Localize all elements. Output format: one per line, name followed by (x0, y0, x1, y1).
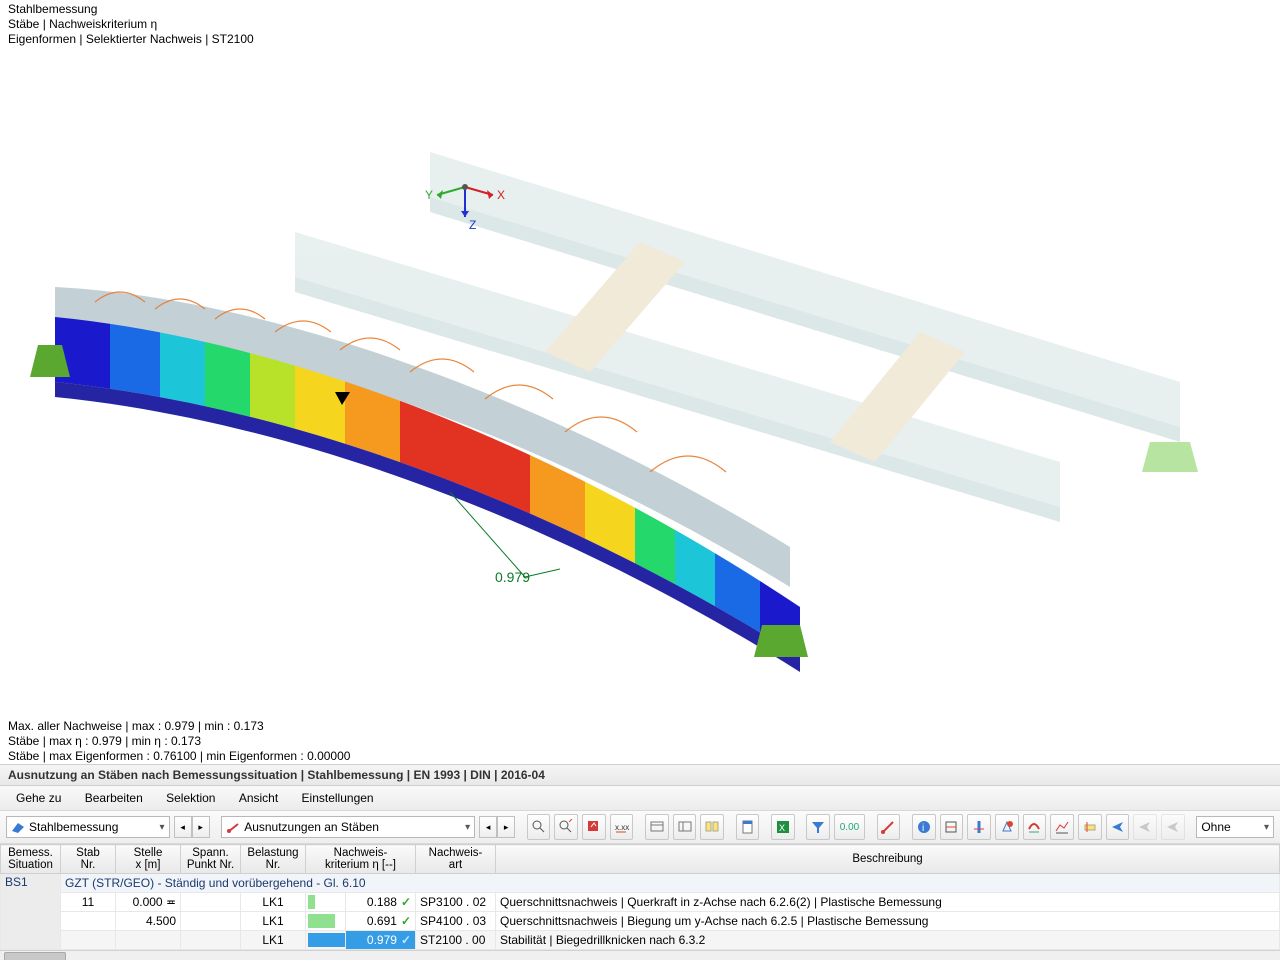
cell-load: LK1 (241, 931, 306, 950)
cell-check-type: SP3100 . 02 (416, 893, 496, 912)
model-viewport[interactable]: 0.979 X Y Z (0, 47, 1280, 717)
panel-toolbar: Stahlbemessung ▾ ◂ ▸ Ausnutzungen an Stä… (0, 811, 1280, 844)
restore-view-icon[interactable] (554, 814, 578, 840)
table-icon-2[interactable] (673, 814, 697, 840)
menu-edit[interactable]: Bearbeiten (75, 788, 153, 808)
col-check-type[interactable]: Nachweis-art (416, 845, 496, 874)
results-table[interactable]: Bemess.Situation StabNr. Stellex [m] Spa… (0, 844, 1280, 950)
nav-prev-1[interactable]: ◂ (174, 816, 192, 838)
col-situation[interactable]: Bemess.Situation (1, 845, 61, 874)
cell-eta-bar (306, 912, 346, 931)
nav-next-1[interactable]: ▸ (192, 816, 210, 838)
export-excel-icon[interactable]: X (771, 814, 795, 840)
send-icon[interactable] (1106, 814, 1130, 840)
combo-display-mode[interactable]: Ohne ▾ (1196, 816, 1274, 838)
svg-text:X: X (497, 188, 505, 202)
cell-eta-bar (306, 931, 346, 950)
cell-situation: BS1 (1, 874, 61, 950)
tool-icon-3[interactable] (995, 814, 1019, 840)
pick-icon[interactable] (877, 814, 901, 840)
header-block: Stahlbemessung Stäbe | Nachweiskriterium… (0, 0, 1280, 47)
result-icon (226, 820, 240, 834)
header-line-3: Eigenformen | Selektierter Nachweis | ST… (8, 32, 1272, 47)
cell-stresspoint (181, 931, 241, 950)
col-member[interactable]: StabNr. (61, 845, 116, 874)
combo-design-module[interactable]: Stahlbemessung ▾ (6, 816, 170, 838)
toggle-result-icon[interactable] (582, 814, 606, 840)
cell-position: 0.000 ≖ (116, 893, 181, 912)
tool-icon-4[interactable] (1023, 814, 1047, 840)
menu-settings[interactable]: Einstellungen (292, 788, 384, 808)
model-eta-label: 0.979 (495, 569, 530, 585)
cell-eta-value: 0.979✓ (346, 931, 416, 950)
table-group-row[interactable]: BS1GZT (STR/GEO) - Ständig und vorüberge… (1, 874, 1280, 893)
group-label: GZT (STR/GEO) - Ständig und vorübergehen… (61, 874, 1280, 893)
chart-icon[interactable] (1050, 814, 1074, 840)
cell-eta-value: 0.691✓ (346, 912, 416, 931)
cell-position (116, 931, 181, 950)
svg-text:Z: Z (469, 218, 476, 232)
table-row[interactable]: 110.000 ≖ LK1 0.188✓SP3100 . 02Querschnitt… (1, 893, 1280, 912)
cell-eta-bar (306, 893, 346, 912)
tool-icon-5[interactable] (1078, 814, 1102, 840)
footer-line-1: Max. aller Nachweise | max : 0.979 | min… (8, 719, 1272, 734)
cell-eta-value: 0.188✓ (346, 893, 416, 912)
cell-member: 11 (61, 893, 116, 912)
chevron-down-icon: ▾ (160, 822, 165, 833)
combo-result-table[interactable]: Ausnutzungen an Stäben ▾ (221, 816, 475, 838)
zoom-selection-icon[interactable] (527, 814, 551, 840)
header-line-2: Stäbe | Nachweiskriterium η (8, 17, 1272, 32)
col-load[interactable]: BelastungNr. (241, 845, 306, 874)
info-icon[interactable]: i (912, 814, 936, 840)
cell-description: Querschnittsnachweis | Biegung um y-Achs… (496, 912, 1280, 931)
report-icon[interactable] (736, 814, 760, 840)
send-grey-icon-1[interactable] (1133, 814, 1157, 840)
table-row[interactable]: LK1 0.979✓ST2100 . 00Stabilität | Biegedr… (1, 931, 1280, 950)
tool-icon-2[interactable] (967, 814, 991, 840)
header-line-1: Stahlbemessung (8, 2, 1272, 17)
cell-description: Stabilität | Biegedrillknicken nach 6.3.… (496, 931, 1280, 950)
cell-member (61, 912, 116, 931)
menu-selection[interactable]: Selektion (156, 788, 225, 808)
chevron-down-icon: ▾ (465, 822, 470, 833)
col-position[interactable]: Stellex [m] (116, 845, 181, 874)
svg-text:X: X (779, 823, 785, 833)
threshold-000-button[interactable]: 0.00 (834, 814, 865, 840)
cell-check-type: SP4100 . 03 (416, 912, 496, 931)
col-description[interactable]: Beschreibung (496, 845, 1280, 874)
col-eta[interactable]: Nachweis-kriterium η [--] (306, 845, 416, 874)
cell-description: Querschnittsnachweis | Querkraft in z-Ac… (496, 893, 1280, 912)
send-grey-icon-2[interactable] (1161, 814, 1185, 840)
panel-menu-bar: Gehe zu Bearbeiten Selektion Ansicht Ein… (0, 786, 1280, 811)
footer-line-3: Stäbe | max Eigenformen : 0.76100 | min … (8, 749, 1272, 764)
tool-icon-1[interactable] (940, 814, 964, 840)
filter-icon[interactable] (806, 814, 830, 840)
horizontal-scrollbar[interactable] (0, 950, 1280, 960)
table-row[interactable]: 4.500 LK1 0.691✓SP4100 . 03Querschnittsnac… (1, 912, 1280, 931)
col-stresspt[interactable]: Spann.Punkt Nr. (181, 845, 241, 874)
cell-check-type: ST2100 . 00 (416, 931, 496, 950)
nav-next-2[interactable]: ▸ (497, 816, 515, 838)
footer-block: Max. aller Nachweise | max : 0.979 | min… (0, 717, 1280, 764)
steel-design-icon (11, 820, 25, 834)
nav-prev-2[interactable]: ◂ (479, 816, 497, 838)
cell-position: 4.500 (116, 912, 181, 931)
results-panel-title: Ausnutzung an Stäben nach Bemessungssitu… (0, 764, 1280, 786)
footer-line-2: Stäbe | max η : 0.979 | min η : 0.173 (8, 734, 1272, 749)
cell-stresspoint (181, 893, 241, 912)
cell-stresspoint (181, 912, 241, 931)
cell-member (61, 931, 116, 950)
chevron-down-icon: ▾ (1264, 822, 1269, 833)
svg-text:x.xx: x.xx (615, 823, 629, 832)
cell-load: LK1 (241, 893, 306, 912)
decimal-format-icon[interactable]: x.xx (610, 814, 634, 840)
table-icon-1[interactable] (645, 814, 669, 840)
panel-layout-icon[interactable] (700, 814, 724, 840)
menu-goto[interactable]: Gehe zu (6, 788, 71, 808)
menu-view[interactable]: Ansicht (229, 788, 288, 808)
svg-text:i: i (922, 823, 924, 834)
svg-text:Y: Y (425, 188, 433, 202)
cell-load: LK1 (241, 912, 306, 931)
